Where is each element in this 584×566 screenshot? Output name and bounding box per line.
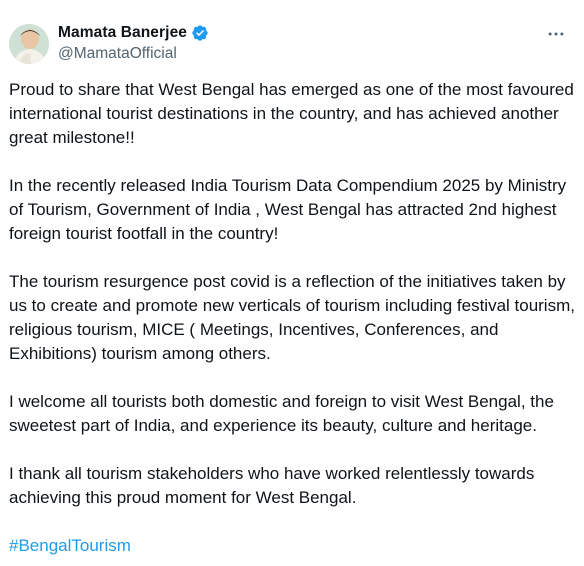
tweet-card: Mamata Banerjee @MamataOfficial Proud to…	[0, 0, 584, 566]
hashtag-link[interactable]: #BengalTourism	[9, 534, 131, 558]
author-names: Mamata Banerjee @MamataOfficial	[58, 22, 209, 64]
tweet-header: Mamata Banerjee @MamataOfficial	[9, 22, 584, 66]
avatar[interactable]	[9, 24, 49, 64]
tweet-paragraph: I welcome all tourists both domestic and…	[9, 392, 554, 435]
avatar-image	[9, 24, 49, 64]
author-handle[interactable]: @MamataOfficial	[58, 44, 209, 64]
tweet-paragraph: I thank all tourism stakeholders who hav…	[9, 464, 535, 507]
tweet-body: Proud to share that West Bengal has emer…	[9, 78, 577, 558]
tweet-paragraph: Proud to share that West Bengal has emer…	[9, 80, 574, 147]
tweet-paragraph: In the recently released India Tourism D…	[9, 176, 567, 243]
more-options-button[interactable]	[542, 22, 570, 46]
more-horizontal-icon	[548, 32, 564, 36]
verified-badge-icon	[192, 25, 208, 41]
author-display-name[interactable]: Mamata Banerjee	[58, 24, 187, 42]
tweet-paragraph: The tourism resurgence post covid is a r…	[9, 272, 575, 363]
